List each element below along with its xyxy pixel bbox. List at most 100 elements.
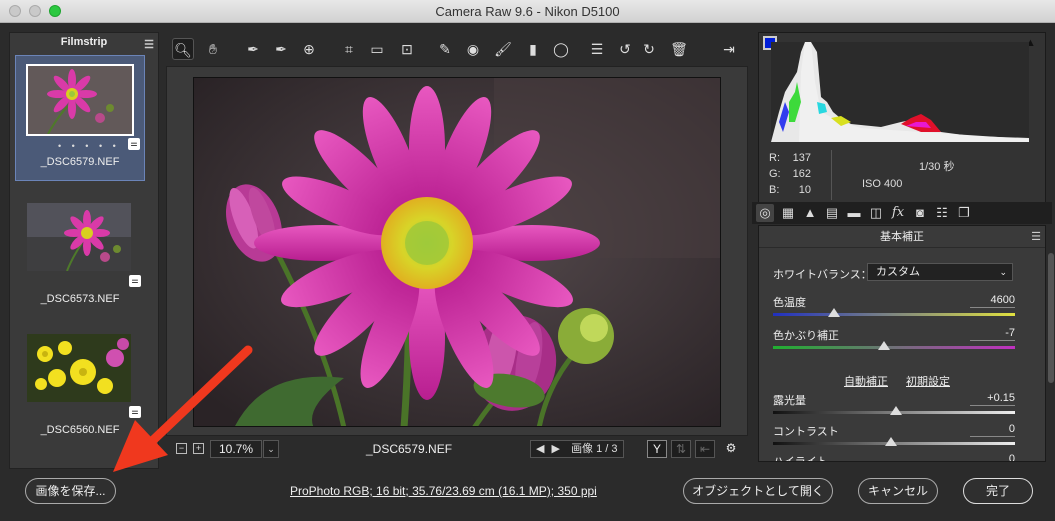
exposure-slider[interactable]: [773, 406, 1015, 415]
rating-dots[interactable]: • • • • •: [58, 141, 120, 151]
red-label: R:: [769, 152, 780, 164]
done-button[interactable]: 完了: [963, 478, 1033, 504]
preferences-icon[interactable]: ☰: [586, 38, 608, 60]
workflow-options-link[interactable]: ProPhoto RGB; 16 bit; 35.76/23.69 cm (16…: [290, 484, 597, 498]
zoom-dropdown-icon[interactable]: ⌄: [263, 440, 279, 458]
white-balance-value: カスタム: [876, 266, 920, 278]
readout-divider: [831, 150, 832, 200]
green-value: 162: [792, 168, 811, 180]
title-bar: Camera Raw 9.6 - Nikon D5100: [0, 0, 1055, 23]
filmstrip-item[interactable]: ⚌ _DSC6573.NEF: [15, 193, 145, 319]
contrast-value[interactable]: 0: [970, 421, 1015, 437]
panel-title: 基本補正: [880, 231, 924, 243]
contrast-slider-thumb[interactable]: [885, 437, 897, 446]
detail-tab-icon[interactable]: ▲: [801, 204, 819, 222]
zoom-out-button[interactable]: −: [176, 443, 187, 454]
contrast-slider[interactable]: [773, 437, 1015, 446]
temperature-label: 色温度: [773, 297, 806, 309]
histogram-panel: ▲ R: 137 G: 162 B: 10 1/30 秒 ISO 400: [758, 32, 1046, 207]
default-link[interactable]: 初期設定: [906, 373, 950, 389]
panel-scrollbar[interactable]: [1048, 253, 1054, 383]
filmstrip-header: Filmstrip ☰: [10, 33, 158, 51]
hsl-tab-icon[interactable]: ▤: [823, 204, 841, 222]
tint-slider[interactable]: [773, 341, 1015, 350]
previous-image-icon[interactable]: ◀: [536, 443, 544, 455]
preview-filename: _DSC6579.NEF: [366, 442, 453, 456]
adjustments-applied-icon: ⚌: [129, 275, 141, 287]
panel-tabs: ◎ ▦ ▲ ▤ ▬ ◫ fx ◙ ☷ ❐: [752, 202, 1052, 224]
zoom-in-button[interactable]: +: [193, 443, 204, 454]
panel-header: 基本補正 ☰: [759, 226, 1045, 248]
crop-icon[interactable]: ⌗: [338, 38, 360, 60]
iso-value: ISO 400: [862, 178, 903, 190]
effects-tab-icon[interactable]: fx: [889, 204, 907, 222]
panel-menu-icon[interactable]: ☰: [1031, 226, 1041, 248]
thumbnail-image: [25, 201, 133, 273]
tint-slider-thumb[interactable]: [878, 341, 890, 350]
toggle-fullscreen-icon[interactable]: ⇥: [718, 38, 740, 60]
copy-settings-icon[interactable]: ⇤: [695, 440, 715, 458]
filmstrip-title: Filmstrip: [60, 36, 108, 48]
exposure-slider-thumb[interactable]: [890, 406, 902, 415]
thumbnail-image: [25, 332, 133, 404]
presets-tab-icon[interactable]: ☷: [933, 204, 951, 222]
white-balance-icon[interactable]: ✒: [242, 38, 264, 60]
adjustment-brush-icon[interactable]: 🖌︎: [492, 38, 514, 60]
camera-raw-dialog: Filmstrip ☰ • • • • • ⚌ _DSC6579.NEF ⚌ _…: [0, 23, 1055, 521]
thumbnail-image: [26, 64, 134, 136]
rotate-ccw-icon[interactable]: ↺: [614, 38, 636, 60]
filmstrip-menu-icon[interactable]: ☰: [144, 36, 154, 54]
filmstrip-item[interactable]: ⚌ _DSC6560.NEF: [15, 324, 145, 450]
tool-bar: 🔍︎ ✋︎ ✒ ✒ ⊕ ⌗ ▭ ⊡ ✎ ◉ 🖌︎ ▮ ◯ ☰ ↺ ↻ 🗑︎: [166, 37, 750, 63]
image-navigator[interactable]: ◀ ▶ 画像 1 / 3: [530, 440, 624, 458]
thumbnail-filename: _DSC6560.NEF: [40, 424, 120, 436]
contrast-label: コントラスト: [773, 426, 839, 438]
auto-link[interactable]: 自動補正: [844, 373, 888, 389]
basic-tab-icon[interactable]: ◎: [756, 204, 774, 222]
tint-label: 色かぶり補正: [773, 330, 839, 342]
white-balance-select[interactable]: カスタム ⌄: [867, 263, 1013, 281]
straighten-icon[interactable]: ▭: [366, 38, 388, 60]
temperature-slider-thumb[interactable]: [828, 308, 840, 317]
basic-panel: 基本補正 ☰ ホワイトバランス： カスタム ⌄ 色温度 4600 色かぶり補正 …: [758, 225, 1046, 462]
zoom-level[interactable]: 10.7%: [210, 440, 262, 458]
filmstrip-item[interactable]: • • • • • ⚌ _DSC6579.NEF: [15, 55, 145, 181]
open-object-button[interactable]: オブジェクトとして開く: [683, 478, 833, 504]
trash-icon[interactable]: 🗑︎: [668, 38, 690, 60]
snapshots-tab-icon[interactable]: ❐: [955, 204, 973, 222]
thumbnail-filename: _DSC6573.NEF: [40, 293, 120, 305]
tone-curve-tab-icon[interactable]: ▦: [779, 204, 797, 222]
color-sampler-icon[interactable]: ✒: [270, 38, 292, 60]
before-after-button[interactable]: Y: [647, 440, 667, 458]
swap-settings-icon[interactable]: ⇅: [671, 440, 691, 458]
exposure-label: 露光量: [773, 395, 806, 407]
highlights-value[interactable]: 0: [970, 451, 1015, 461]
camera-calibration-tab-icon[interactable]: ◙: [911, 204, 929, 222]
next-image-icon[interactable]: ▶: [552, 443, 560, 455]
shutter-speed: 1/30 秒: [919, 161, 955, 173]
preview-image[interactable]: [193, 77, 721, 427]
graduated-filter-icon[interactable]: ▮: [522, 38, 544, 60]
targeted-adjustment-icon[interactable]: ⊕: [298, 38, 320, 60]
zoom-icon[interactable]: 🔍︎: [172, 38, 194, 60]
hand-icon[interactable]: ✋︎: [202, 38, 224, 60]
save-image-button[interactable]: 画像を保存...: [25, 478, 116, 504]
split-toning-tab-icon[interactable]: ▬: [845, 204, 863, 222]
exposure-value[interactable]: +0.15: [970, 390, 1015, 406]
radial-filter-icon[interactable]: ◯: [550, 38, 572, 60]
rgb-readout: R: 137 G: 162 B: 10: [769, 150, 811, 198]
blue-label: B:: [769, 184, 780, 196]
blue-value: 10: [798, 184, 811, 196]
temperature-value[interactable]: 4600: [970, 292, 1015, 308]
rotate-cw-icon[interactable]: ↻: [638, 38, 660, 60]
spot-removal-icon[interactable]: ✎: [434, 38, 456, 60]
red-eye-icon[interactable]: ◉: [462, 38, 484, 60]
transform-icon[interactable]: ⊡: [396, 38, 418, 60]
cancel-button[interactable]: キャンセル: [858, 478, 938, 504]
tint-value[interactable]: -7: [970, 325, 1015, 341]
temperature-slider[interactable]: [773, 308, 1015, 317]
preview-preferences-icon[interactable]: ⚙︎: [721, 440, 741, 458]
thumbnail-filename: _DSC6579.NEF: [40, 156, 120, 168]
lens-corrections-tab-icon[interactable]: ◫: [867, 204, 885, 222]
chevron-down-icon: ⌄: [999, 267, 1007, 277]
